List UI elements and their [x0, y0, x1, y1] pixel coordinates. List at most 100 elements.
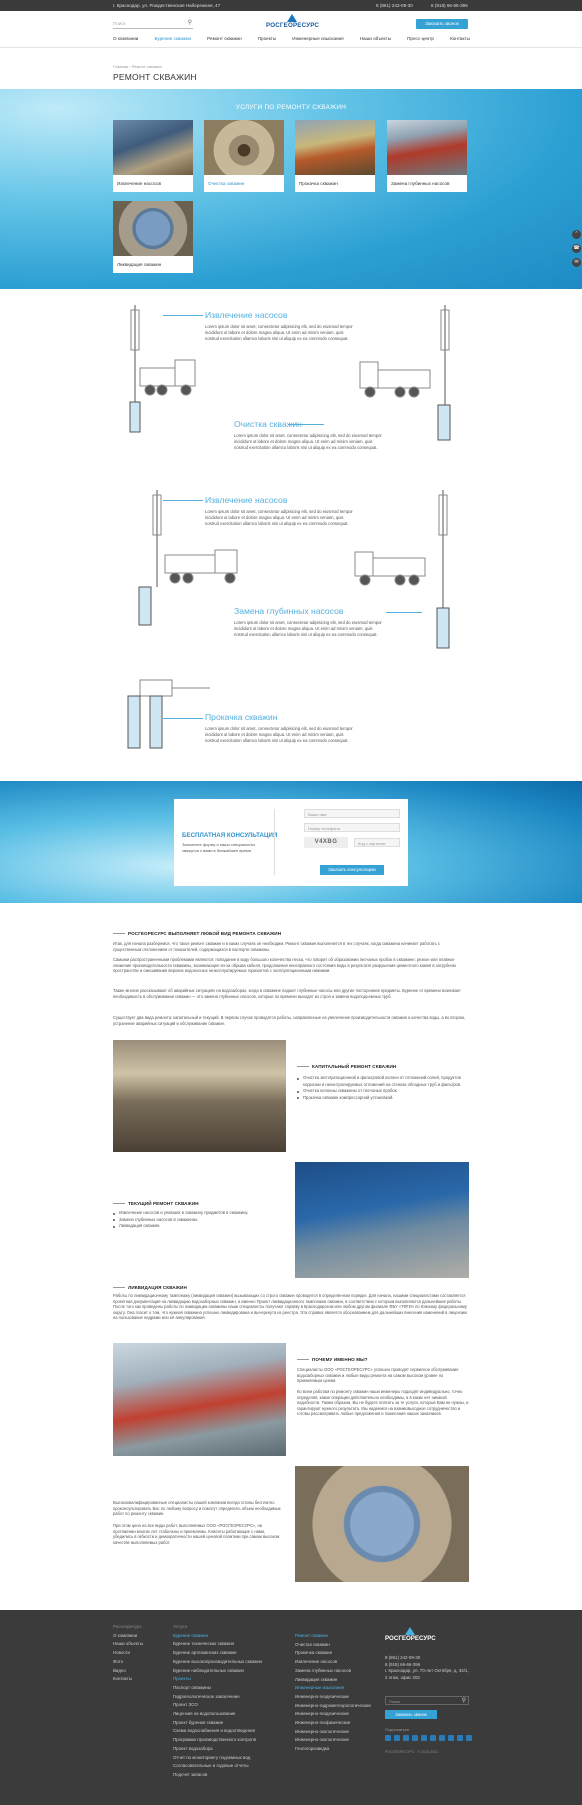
- nav-item-objects[interactable]: Наши объекты: [360, 36, 391, 41]
- footer-link[interactable]: Инженерно-геофизические: [295, 1719, 371, 1728]
- submit-consultation-button[interactable]: Заказать консультацию: [320, 865, 384, 875]
- odnoklassniki-icon[interactable]: [412, 1735, 418, 1741]
- footer-link[interactable]: Наши объекты: [113, 1640, 143, 1649]
- footer-link[interactable]: Проект водозабора: [173, 1745, 262, 1754]
- footer-contacts: 8 (861) 242-09-30 8 (918) 66-66-396 г. К…: [385, 1655, 470, 1681]
- breadcrumb-home[interactable]: Главная: [113, 64, 128, 69]
- nav-item-drilling[interactable]: Бурение скважин: [154, 36, 191, 41]
- side-callback-icon[interactable]: ☎: [572, 244, 581, 253]
- footer-link[interactable]: Бурение артезианских скважин: [173, 1649, 262, 1658]
- captcha-field[interactable]: Код с картинки: [354, 838, 400, 847]
- footer-link[interactable]: Инженерно-геодезические: [295, 1693, 371, 1702]
- article-paragraph: Ко всем работам по ремонту скважин наши …: [297, 1389, 469, 1417]
- why-us-heading: ПОЧЕМУ ИМЕННО МЫ?: [297, 1357, 368, 1362]
- service-card-liquidation[interactable]: Ликвидация скважин: [113, 201, 193, 273]
- side-scroll-up-icon[interactable]: ⌃: [572, 230, 581, 239]
- step-divider: [386, 612, 422, 613]
- footer-link[interactable]: Фото: [113, 1658, 143, 1667]
- service-card-replace[interactable]: Замена глубинных насосов: [387, 120, 467, 192]
- logo[interactable]: РОСГЕОРЕСУРС: [266, 14, 319, 34]
- footer-link[interactable]: Видео: [113, 1667, 143, 1676]
- footer-link[interactable]: Инженерно-геодезические: [295, 1710, 371, 1719]
- viber-icon[interactable]: [457, 1735, 463, 1741]
- footer-link[interactable]: Новости: [113, 1649, 143, 1658]
- social-icons: [385, 1735, 472, 1741]
- side-message-icon[interactable]: ✉: [572, 258, 581, 267]
- whatsapp-icon[interactable]: [466, 1735, 472, 1741]
- footer-subheading[interactable]: Ремонт скважин: [295, 1632, 371, 1641]
- capital-repair-photo: [113, 1040, 286, 1152]
- phone-field[interactable]: Номер телефона: [304, 823, 400, 832]
- search-input[interactable]: Поиск ⚲: [113, 19, 193, 29]
- service-card-pumping[interactable]: Прокачка скважин: [295, 120, 375, 192]
- article-heading: РОСГЕОРЕСУРС ВЫПОЛНЯЕТ ЛЮБОЙ ВИД РЕМОНТА…: [113, 931, 281, 936]
- footer-subheading[interactable]: Бурение скважин: [173, 1632, 262, 1641]
- twitter-icon[interactable]: [403, 1735, 409, 1741]
- footer-link[interactable]: Согласовательные и годовые отчеты: [173, 1762, 262, 1771]
- footer-link[interactable]: Проект ЗСО: [173, 1701, 262, 1710]
- subscribe-label: Подписаться: [385, 1727, 409, 1732]
- footer-link[interactable]: Инженерно-экологические: [295, 1736, 371, 1745]
- search-icon[interactable]: ⚲: [462, 1697, 466, 1704]
- footer-subheading[interactable]: Проекты: [173, 1675, 262, 1684]
- footer-link[interactable]: Инженерно-экологические: [295, 1728, 371, 1737]
- name-field[interactable]: Ваше имя: [304, 809, 400, 818]
- nav-item-engineering[interactable]: Инженерные изыскания: [292, 36, 343, 41]
- footer-order-call-button[interactable]: Заказать звонок: [385, 1710, 437, 1719]
- phone-link-2[interactable]: 8 (918) 66-66-396: [431, 3, 468, 8]
- footer-heading: Росгеоресурс: [113, 1624, 142, 1629]
- footer-link[interactable]: Схема водоснабжения и водоотведения: [173, 1727, 262, 1736]
- list-item: Ликвидация скважин.: [113, 1223, 285, 1230]
- service-image: [204, 120, 284, 175]
- top-bar: г. Краснодар, ул. Рождественская Набереж…: [0, 0, 582, 11]
- footer-link[interactable]: Инженерно-гидрометеорологические: [295, 1702, 371, 1711]
- footer-link[interactable]: Очистка скважин: [295, 1641, 371, 1650]
- service-card-cleaning[interactable]: Очистка скважин: [204, 120, 284, 192]
- step-divider: [163, 500, 203, 501]
- vk-icon[interactable]: [385, 1735, 391, 1741]
- footer-link[interactable]: О компании: [113, 1632, 143, 1641]
- instagram-icon[interactable]: [448, 1735, 454, 1741]
- footer-logo[interactable]: РОСГЕОРЕСУРС: [385, 1627, 436, 1642]
- footer-link[interactable]: Паспорт скважины: [173, 1684, 262, 1693]
- search-icon[interactable]: ⚲: [188, 19, 192, 26]
- article-paragraph: При этом цена на все виды работ, выполня…: [113, 1523, 280, 1545]
- footer-link[interactable]: Проект бурения скважин: [173, 1719, 262, 1728]
- footer-link[interactable]: Замена глубинных насосов: [295, 1667, 371, 1676]
- footer-link[interactable]: Геологоразведка: [295, 1745, 371, 1754]
- footer-link[interactable]: Ликвидация скважин: [295, 1676, 371, 1685]
- step-title: Очистка скважин: [234, 419, 302, 429]
- footer-link[interactable]: Лицензия на водопользование: [173, 1710, 262, 1719]
- footer-col-services: Услуги Бурение скважин Бурение техническ…: [173, 1623, 262, 1780]
- phone-link-1[interactable]: 8 (861) 242-09-30: [376, 3, 413, 8]
- footer-link[interactable]: Программа производственного контроля: [173, 1736, 262, 1745]
- facebook-icon[interactable]: [394, 1735, 400, 1741]
- nav-item-projects[interactable]: Проекты: [258, 36, 276, 41]
- footer-link[interactable]: Отчет по мониторингу подземных вод: [173, 1754, 262, 1763]
- current-repair-photo: [295, 1162, 469, 1278]
- google-icon[interactable]: [430, 1735, 436, 1741]
- footer-link[interactable]: Извлечение насосов: [295, 1658, 371, 1667]
- footer-link[interactable]: Бурение высокопроизводительных скважин: [173, 1658, 262, 1667]
- nav-item-contacts[interactable]: Контакты: [450, 36, 470, 41]
- order-call-button[interactable]: Заказать звонок: [416, 19, 468, 29]
- service-card-extract[interactable]: Извлечение насосов: [113, 120, 193, 192]
- step-title: Извлечение насосов: [205, 310, 288, 320]
- nav-item-press[interactable]: Пресс-центр: [407, 36, 434, 41]
- footer-link[interactable]: Контакты: [113, 1675, 143, 1684]
- mail-icon[interactable]: [421, 1735, 427, 1741]
- footer-search-input[interactable]: Поиск ⚲: [385, 1696, 469, 1705]
- footer-link[interactable]: Прокачка скважин: [295, 1649, 371, 1658]
- article-paragraph: Самыми распространенными проблемами явля…: [113, 957, 456, 974]
- footer-link[interactable]: Бурение технических скважин: [173, 1640, 262, 1649]
- footer-link[interactable]: Подсчет запасов: [173, 1771, 262, 1780]
- service-card-label: Извлечение насосов: [117, 181, 162, 186]
- footer-link[interactable]: Гидрогеологическое заключение: [173, 1693, 262, 1702]
- step-title: Прокачка скважин: [205, 712, 278, 722]
- footer-link[interactable]: Бурение наблюдательных скважин: [173, 1667, 262, 1676]
- nav-item-about[interactable]: О компании: [113, 36, 138, 41]
- list-item: Прокачка скважин компрессорной установко…: [297, 1095, 469, 1102]
- youtube-icon[interactable]: [439, 1735, 445, 1741]
- footer-subheading[interactable]: Инженерные изыскания: [295, 1684, 371, 1693]
- nav-item-repair[interactable]: Ремонт скважин: [207, 36, 241, 41]
